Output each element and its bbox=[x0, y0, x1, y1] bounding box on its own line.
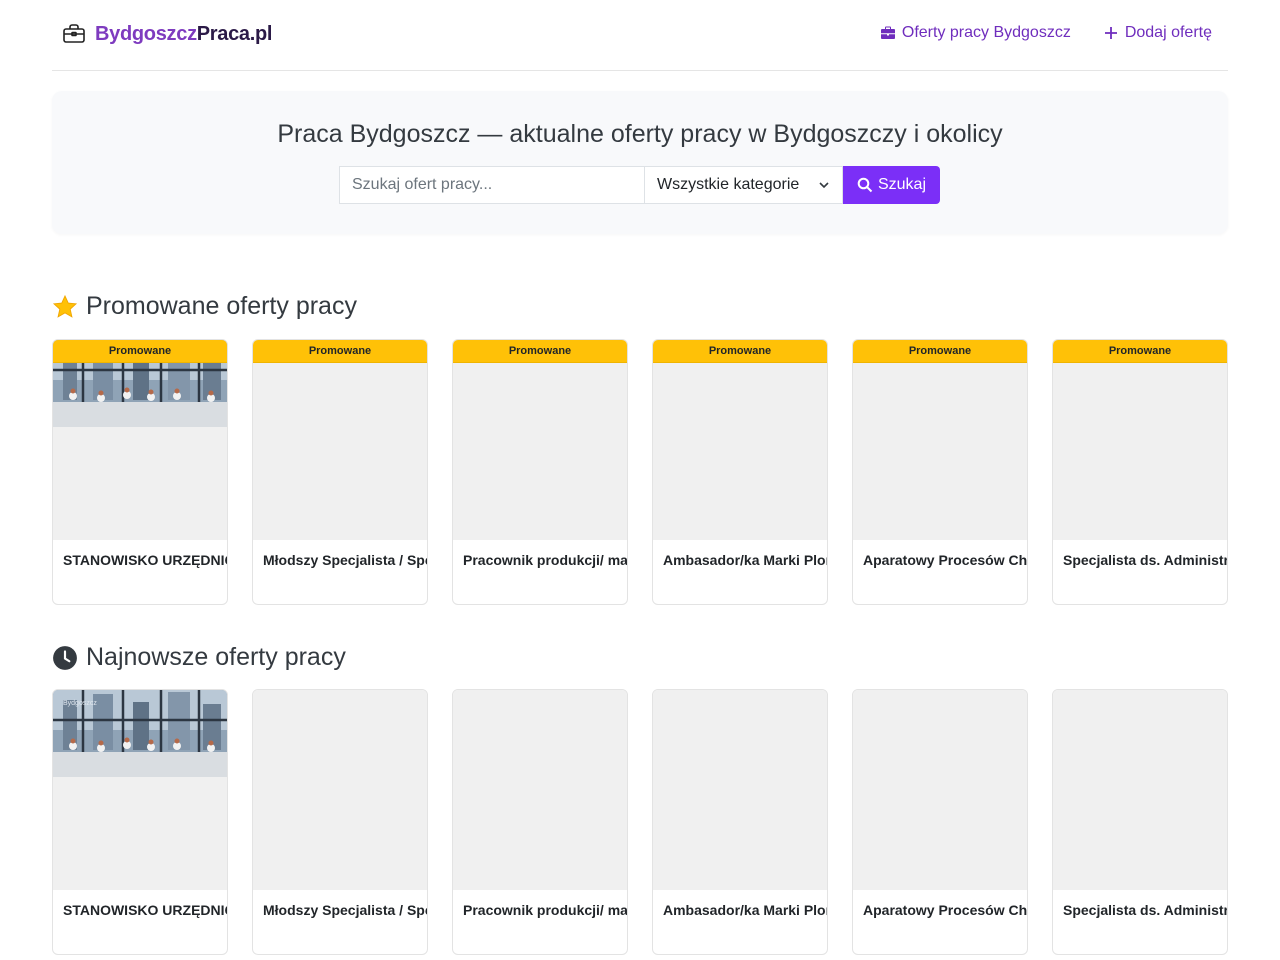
job-card-image-placeholder bbox=[1053, 690, 1227, 890]
category-select[interactable]: Wszystkie kategorie bbox=[644, 166, 843, 204]
job-card-image-placeholder bbox=[1053, 340, 1227, 540]
section-title-text: Promowane oferty pracy bbox=[86, 292, 357, 320]
job-card[interactable]: Promowane Aparatowy Procesów Chemicznych bbox=[852, 339, 1028, 605]
job-card-image-placeholder bbox=[653, 690, 827, 890]
promoted-badge: Promowane bbox=[53, 340, 227, 363]
star-icon bbox=[52, 294, 78, 318]
plus-icon bbox=[1104, 27, 1117, 39]
job-card[interactable]: Młodszy Specjalista / Specjalista bbox=[252, 689, 428, 955]
promoted-badge: Promowane bbox=[253, 340, 427, 363]
hero-search-panel: Praca Bydgoszcz — aktualne oferty pracy … bbox=[52, 91, 1228, 234]
job-card-image-placeholder bbox=[53, 340, 227, 540]
promoted-badge: Promowane bbox=[453, 340, 627, 363]
job-card-title: Ambasador/ka Marki Plonus bbox=[663, 902, 827, 918]
job-card-title: Specjalista ds. Administracyjnych bbox=[1063, 552, 1227, 568]
brand-logo-link[interactable]: BydgoszczPraca.pl bbox=[62, 22, 273, 46]
job-card-title: STANOWISKO URZĘDNICZE bbox=[63, 902, 227, 918]
section-title-text: Najnowsze oferty pracy bbox=[86, 643, 346, 671]
job-card[interactable]: Promowane Specjalista ds. Administracyjn… bbox=[1052, 339, 1228, 605]
page-title: Praca Bydgoszcz — aktualne oferty pracy … bbox=[277, 120, 1003, 148]
job-card[interactable]: Aparatowy Procesów Chemicznych bbox=[852, 689, 1028, 955]
latest-section-title: Najnowsze oferty pracy bbox=[52, 643, 346, 672]
job-card[interactable]: Ambasador/ka Marki Plonus bbox=[652, 689, 828, 955]
search-input[interactable] bbox=[339, 166, 644, 204]
job-card-title: STANOWISKO URZĘDNICZE bbox=[63, 552, 227, 568]
briefcase-icon bbox=[63, 24, 85, 43]
photo-caption: Bydgoszcz bbox=[63, 700, 97, 707]
job-card-title: Pracownik produkcji/ magazynu bbox=[463, 902, 628, 918]
job-card-title: Pracownik produkcji/ magazynu bbox=[463, 552, 628, 568]
job-card[interactable]: Bydgoszcz STANOWISKO URZĘDNI bbox=[52, 689, 228, 955]
brand-name-part1: Bydgoszcz bbox=[95, 22, 197, 45]
brand-name: BydgoszczPraca.pl bbox=[95, 22, 273, 46]
chevron-down-icon bbox=[819, 182, 829, 189]
job-card-title: Aparatowy Procesów Chemicznych bbox=[863, 902, 1028, 918]
promoted-offers-list: Promowane STANOWISKO URZĘDNICZE Promowan… bbox=[52, 339, 1228, 605]
job-card[interactable]: Promowane STANOWISKO URZĘDNICZE bbox=[52, 339, 228, 605]
job-card-title: Młodszy Specjalista / Specjalista bbox=[263, 552, 427, 568]
nav-link-add-offer[interactable]: Dodaj ofertę bbox=[1103, 24, 1212, 42]
job-card-title: Specjalista ds. Administracyjnych bbox=[1063, 902, 1227, 918]
search-form: Wszystkie kategorie Szukaj bbox=[339, 166, 940, 204]
search-button[interactable]: Szukaj bbox=[843, 166, 940, 204]
job-card-image-placeholder bbox=[453, 690, 627, 890]
job-card[interactable]: Promowane Pracownik produkcji/ magazynu bbox=[452, 339, 628, 605]
search-button-label: Szukaj bbox=[877, 176, 927, 193]
promoted-badge: Promowane bbox=[653, 340, 827, 363]
job-card-title: Aparatowy Procesów Chemicznych bbox=[863, 552, 1028, 568]
latest-offers-list: Bydgoszcz STANOWISKO URZĘDNI Młodszy Spe… bbox=[52, 689, 1228, 955]
nav-link-label: Oferty pracy Bydgoszcz bbox=[901, 24, 1071, 41]
job-card-image-placeholder: Bydgoszcz bbox=[53, 690, 227, 890]
brand-name-part2: Praca.pl bbox=[196, 22, 273, 45]
search-icon bbox=[857, 177, 873, 193]
nav-link-job-offers[interactable]: Oferty pracy Bydgoszcz bbox=[880, 24, 1071, 42]
job-card-title: Młodszy Specjalista / Specjalista bbox=[263, 902, 427, 918]
job-card[interactable]: Specjalista ds. Administracyjnych bbox=[1052, 689, 1228, 955]
job-card[interactable]: Pracownik produkcji/ magazynu bbox=[452, 689, 628, 955]
job-card-title: Ambasador/ka Marki Plonus bbox=[663, 552, 827, 568]
job-card-image-placeholder bbox=[453, 340, 627, 540]
nav-links: Oferty pracy Bydgoszcz Dodaj ofertę bbox=[880, 24, 1212, 42]
job-card-image-placeholder bbox=[653, 340, 827, 540]
job-card-image-placeholder bbox=[253, 340, 427, 540]
briefcase-icon bbox=[880, 26, 895, 39]
job-card-photo: Bydgoszcz bbox=[53, 690, 227, 777]
category-select-value: Wszystkie kategorie bbox=[657, 176, 800, 193]
navbar: BydgoszczPraca.pl Oferty pracy Bydgoszcz… bbox=[52, 0, 1228, 71]
job-card[interactable]: Promowane Młodszy Specjalista / Specjali… bbox=[252, 339, 428, 605]
job-card-image-placeholder bbox=[853, 340, 1027, 540]
job-card-image-placeholder bbox=[853, 690, 1027, 890]
job-card-image-placeholder bbox=[253, 690, 427, 890]
nav-link-label: Dodaj ofertę bbox=[1124, 24, 1212, 41]
promoted-badge: Promowane bbox=[1053, 340, 1227, 363]
promoted-section-title: Promowane oferty pracy bbox=[52, 292, 357, 321]
promoted-badge: Promowane bbox=[853, 340, 1027, 363]
clock-icon bbox=[53, 645, 77, 670]
job-card[interactable]: Promowane Ambasador/ka Marki Plonus bbox=[652, 339, 828, 605]
